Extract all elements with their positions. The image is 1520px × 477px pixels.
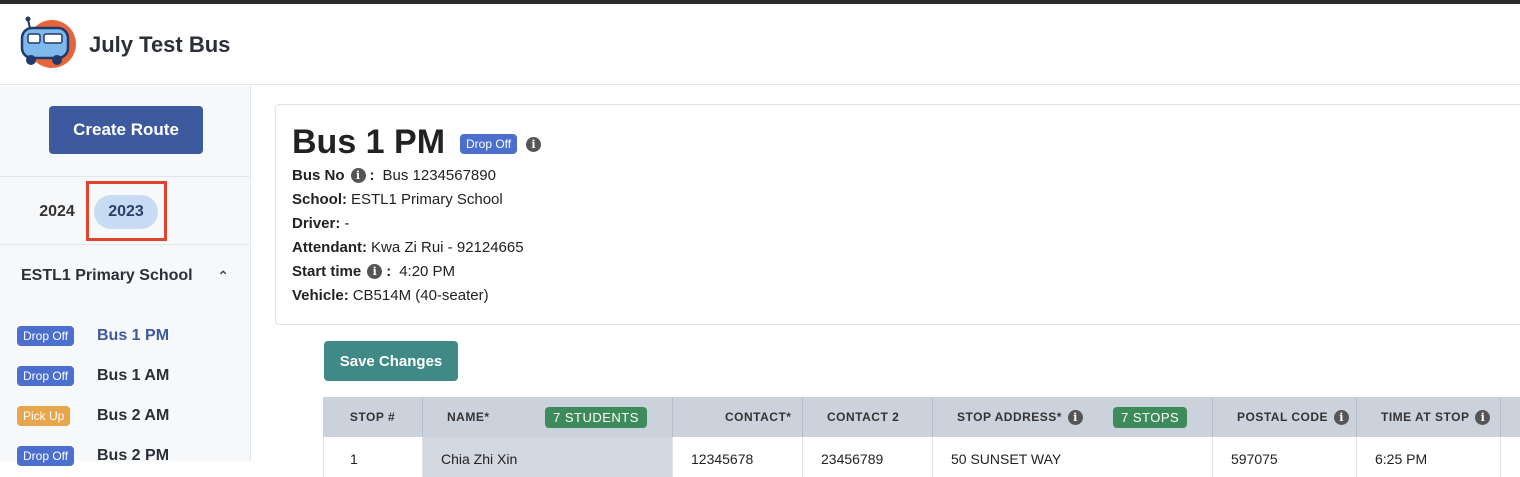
attendant-label: Attendant:	[292, 239, 367, 256]
route-type-badge: Pick Up	[17, 406, 71, 426]
driver-label: Driver:	[292, 215, 341, 232]
save-changes-button[interactable]: Save Changes	[324, 341, 458, 381]
route-name: Bus 2 AM	[97, 407, 170, 424]
name-header-label: NAME*	[447, 410, 490, 424]
route-details-card: Bus 1 PM Drop Off i Bus No i : Bus 12345…	[275, 104, 1520, 325]
column-header-stop[interactable]: STOP #	[323, 397, 423, 437]
sidebar-route-bus-1-am[interactable]: Drop Off Bus 1 AM	[17, 365, 237, 387]
school-label: School:	[292, 191, 347, 208]
info-icon[interactable]: i	[526, 137, 541, 152]
sidebar-route-bus-1-pm[interactable]: Drop Off Bus 1 PM	[17, 325, 237, 347]
info-icon[interactable]: i	[350, 168, 366, 183]
cell-contact[interactable]: 12345678	[673, 437, 803, 477]
sidebar: Create Route 2024 2023 ESTL1 Primary Sch…	[0, 86, 251, 466]
driver-value: -	[344, 215, 350, 232]
column-header-contact[interactable]: CONTACT*	[673, 397, 803, 437]
info-icon[interactable]: i	[1334, 409, 1350, 425]
chevron-up-icon[interactable]: ⌃	[217, 268, 229, 285]
students-count-badge: 7 STUDENTS	[545, 406, 647, 428]
app-header: July Test Bus	[0, 4, 1520, 85]
route-title: Bus 1 PM	[292, 123, 446, 161]
column-header-postal-code[interactable]: POSTAL CODE i	[1213, 397, 1357, 437]
route-name: Bus 2 PM	[97, 447, 170, 464]
route-type-badge: Drop Off	[17, 326, 75, 346]
table-header: STOP # NAME* 7 STUDENTS CONTACT* CONTACT…	[323, 397, 1520, 437]
school-value: ESTL1 Primary School	[351, 191, 503, 208]
route-type-badge: Drop Off	[17, 366, 75, 386]
cell-stop[interactable]: 1	[323, 437, 423, 477]
time-header-label: TIME AT STOP	[1381, 410, 1470, 424]
cell-postal-code[interactable]: 597075	[1213, 437, 1357, 477]
column-header-time-at-stop[interactable]: TIME AT STOP i	[1357, 397, 1501, 437]
year-tab-2024[interactable]: 2024	[30, 195, 84, 229]
school-group-header[interactable]: ESTL1 Primary School ⌃	[21, 267, 231, 285]
stops-count-badge: 7 STOPS	[1113, 406, 1188, 428]
postal-header-label: POSTAL CODE	[1237, 410, 1329, 424]
route-type-badge: Drop Off	[460, 134, 518, 154]
info-icon[interactable]: i	[1475, 409, 1491, 425]
route-name: Bus 1 PM	[97, 327, 170, 344]
cell-stop-address[interactable]: 50 SUNSET WAY	[933, 437, 1213, 477]
cell-contact-2[interactable]: 23456789	[803, 437, 933, 477]
create-route-button[interactable]: Create Route	[49, 106, 203, 154]
bus-no-label: Bus No	[292, 167, 345, 184]
vehicle-row: Vehicle: CB514M (40-seater)	[292, 287, 489, 304]
bus-no-value: Bus 1234567890	[382, 167, 496, 184]
divider	[0, 244, 251, 245]
vehicle-label: Vehicle:	[292, 287, 349, 304]
school-row: School: ESTL1 Primary School	[292, 191, 503, 208]
table-row: 1 Chia Zhi Xin 12345678 23456789 50 SUNS…	[323, 437, 1520, 477]
stop-address-header-label: STOP ADDRESS*	[957, 410, 1062, 424]
column-header-name[interactable]: NAME* 7 STUDENTS	[423, 397, 673, 437]
bus-logo-icon[interactable]	[16, 14, 78, 76]
school-group-label: ESTL1 Primary School	[21, 267, 193, 284]
start-time-row: Start time i : 4:20 PM	[292, 263, 456, 280]
driver-row: Driver: -	[292, 215, 349, 232]
info-icon[interactable]: i	[1067, 409, 1083, 425]
bus-no-row: Bus No i : Bus 1234567890	[292, 167, 496, 184]
cell-name[interactable]: Chia Zhi Xin	[423, 437, 673, 477]
attendant-value: Kwa Zi Rui - 92124665	[371, 239, 524, 256]
start-time-label: Start time	[292, 263, 362, 280]
attendant-row: Attendant: Kwa Zi Rui - 92124665	[292, 239, 524, 256]
route-name: Bus 1 AM	[97, 367, 170, 384]
sidebar-route-bus-2-am[interactable]: Pick Up Bus 2 AM	[17, 405, 237, 427]
app-title: July Test Bus	[89, 32, 231, 57]
start-time-value: 4:20 PM	[399, 263, 456, 280]
annotation-highlight-box	[86, 181, 167, 241]
info-icon[interactable]: i	[367, 264, 383, 279]
column-header-contact-2[interactable]: CONTACT 2	[803, 397, 933, 437]
sidebar-route-bus-2-pm[interactable]: Drop Off Bus 2 PM	[17, 445, 237, 467]
main-content: Bus 1 PM Drop Off i Bus No i : Bus 12345…	[252, 86, 1520, 477]
vehicle-value: CB514M (40-seater)	[352, 287, 489, 304]
divider	[0, 176, 251, 177]
cell-time-at-stop[interactable]: 6:25 PM	[1357, 437, 1501, 477]
route-type-badge: Drop Off	[17, 446, 75, 466]
column-header-stop-address[interactable]: STOP ADDRESS* i 7 STOPS	[933, 397, 1213, 437]
